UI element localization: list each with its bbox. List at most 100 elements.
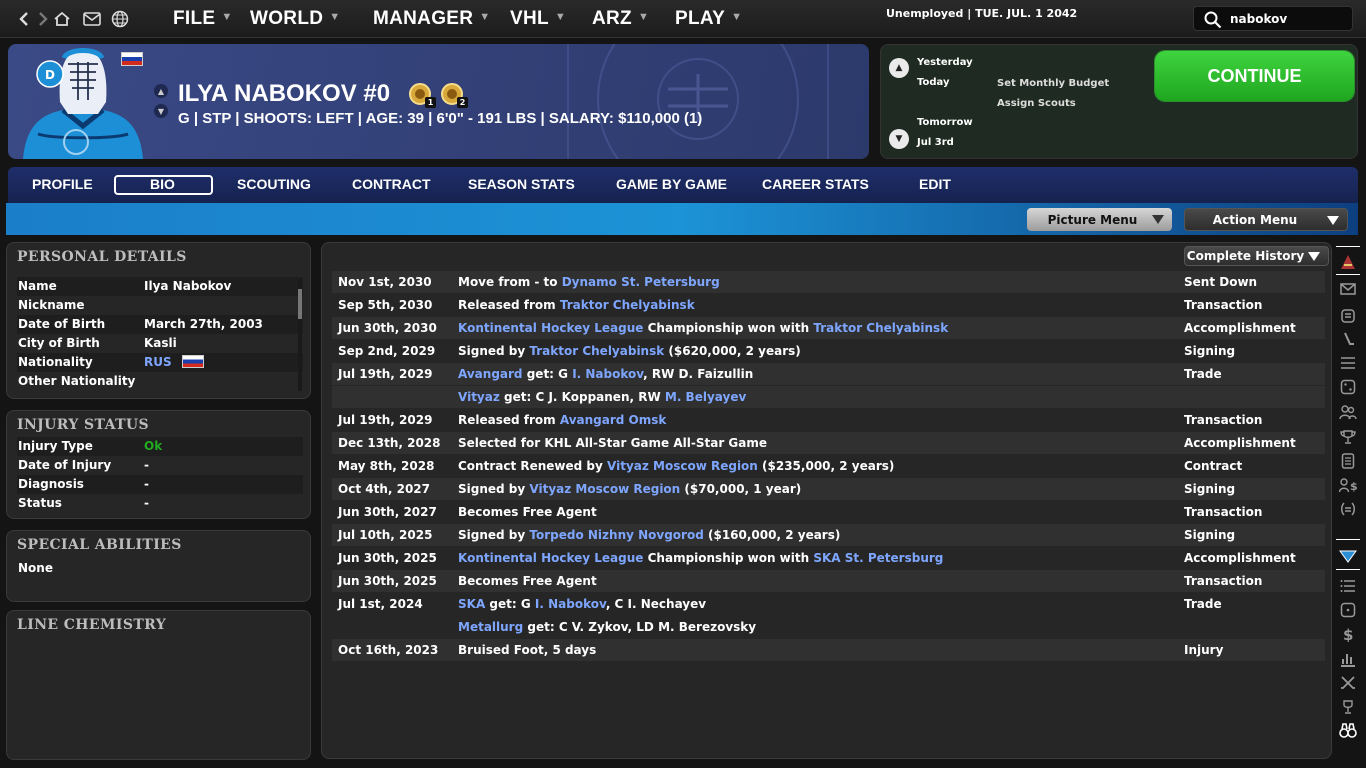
mail-icon[interactable] [82,9,102,29]
injury-row-status: Status - [17,494,303,513]
history-type: Transaction [1184,505,1263,519]
search-input[interactable] [1230,10,1348,28]
history-date: Oct 16th, 2023 [338,643,439,657]
history-date: Jul 19th, 2029 [338,413,433,427]
history-link[interactable]: I. Nabokov [535,597,606,611]
tab-career-stats[interactable]: CAREER STATS [762,176,869,192]
search-box[interactable] [1193,6,1353,31]
history-link[interactable]: M. Belyayev [665,390,746,404]
status-date: Unemployed | TUE. JUL. 1 2042 [886,7,1078,20]
special-abilities-panel: SPECIAL ABILITIES None [6,530,311,602]
history-event: SKA get: G I. Nabokov, C I. Nechayev [458,597,706,611]
history-event: Signed by Torpedo Nizhny Novgorod ($160,… [458,528,840,542]
calendar-up-button[interactable]: ▲ [889,58,909,78]
history-link[interactable]: Vityaz [458,390,500,404]
team-logo-icon[interactable] [1338,252,1358,272]
tab-scouting[interactable]: SCOUTING [237,176,311,192]
history-date: Jul 1st, 2024 [338,597,423,611]
injury-label: Status [18,496,62,510]
detail-label: Nationality [18,355,93,369]
history-link[interactable]: I. Nabokov [572,367,643,381]
binoculars-icon[interactable] [1338,721,1358,741]
history-link[interactable]: SKA [458,597,485,611]
history-link[interactable]: Traktor Chelyabinsk [813,321,948,335]
continue-button[interactable]: CONTINUE [1155,51,1354,101]
crossed-sticks-icon[interactable] [1338,673,1358,693]
menu-arz[interactable]: ARZ ▼ [592,8,649,30]
menu-vhl[interactable]: VHL ▼ [510,8,566,30]
history-link[interactable]: Kontinental Hockey League [458,551,643,565]
history-link[interactable]: Metallurg [458,620,523,634]
picture-menu-dropdown[interactable]: Picture Menu [1027,208,1172,231]
tab-profile[interactable]: PROFILE [32,176,93,192]
history-link[interactable]: Vityaz Moscow Region [607,459,758,473]
hockey-stick-icon[interactable] [1338,330,1358,350]
action-menu-dropdown[interactable]: Action Menu [1184,208,1348,231]
dice-icon[interactable] [1338,377,1358,397]
tab-contract[interactable]: CONTRACT [352,176,431,192]
league-logo-icon[interactable] [1338,546,1358,566]
calendar-tomorrow[interactable]: Tomorrow [917,117,973,128]
tab-bar: PROFILE BIO SCOUTING CONTRACT SEASON STA… [8,167,1358,203]
award-badge-2[interactable]: 2 [440,82,468,108]
history-text: ($620,000, 2 years) [664,344,801,358]
chevron-down-icon [1308,252,1320,261]
menu-manager[interactable]: MANAGER ▼ [373,8,490,30]
bar-chart-icon[interactable] [1338,649,1358,669]
history-row: May 8th, 2028 Contract Renewed by Vityaz … [332,455,1325,477]
history-link[interactable]: Vityaz Moscow Region [529,482,680,496]
menu-file[interactable]: FILE ▼ [173,8,233,30]
mail-icon[interactable] [1338,279,1358,299]
award-badge-1[interactable]: 1 [408,82,436,108]
news-icon[interactable] [1338,306,1358,326]
history-date: Jul 10th, 2025 [338,528,433,542]
history-link[interactable]: Torpedo Nizhny Novgorod [529,528,703,542]
history-link[interactable]: Dynamo St. Petersburg [562,275,720,289]
chevron-down-icon [1152,215,1164,224]
schedule-dice-icon[interactable] [1338,600,1358,620]
menu-world[interactable]: WORLD ▼ [250,8,340,30]
sidebar-divider [1336,569,1360,570]
history-link[interactable]: Traktor Chelyabinsk [560,298,695,312]
badge-count: 2 [457,97,468,108]
calendar-down-button[interactable]: ▼ [889,129,909,149]
history-link[interactable]: Kontinental Hockey League [458,321,643,335]
home-icon[interactable] [52,9,72,29]
list-icon[interactable] [1338,353,1358,373]
tab-bio[interactable]: BIO [150,176,175,192]
exchange-icon[interactable] [1338,499,1358,519]
history-type: Contract [1184,459,1243,473]
scrollbar-thumb[interactable] [298,289,302,319]
history-type: Transaction [1184,574,1263,588]
task-assign-scouts[interactable]: Assign Scouts [997,98,1076,109]
menu-play[interactable]: PLAY ▼ [675,8,742,30]
trophy-icon[interactable] [1338,427,1358,447]
history-link[interactable]: Avangard [458,367,523,381]
dollar-icon[interactable]: $ [1338,624,1358,644]
document-icon[interactable] [1338,451,1358,471]
calendar-next-date[interactable]: Jul 3rd [917,137,954,148]
history-date: Jun 30th, 2027 [338,505,437,519]
staff-finance-icon[interactable]: $ [1338,475,1358,495]
history-row: Jun 30th, 2025 Becomes Free Agent Transact… [332,570,1325,592]
tab-season-stats[interactable]: SEASON STATS [468,176,575,192]
back-icon[interactable] [14,9,34,29]
history-link[interactable]: SKA St. Petersburg [813,551,943,565]
tab-edit[interactable]: EDIT [919,176,951,192]
nationality-link[interactable]: RUS [144,355,172,369]
previous-player-button[interactable]: ▲ [154,84,168,98]
people-icon[interactable] [1338,402,1358,422]
details-scrollbar[interactable] [298,279,302,391]
tab-game-by-game[interactable]: GAME BY GAME [616,176,727,192]
cup-icon[interactable] [1338,697,1358,717]
history-link[interactable]: Avangard Omsk [560,413,667,427]
calendar-yesterday[interactable]: Yesterday [917,57,973,68]
calendar-today[interactable]: Today [917,77,949,88]
next-player-button[interactable]: ▼ [154,104,168,118]
globe-icon[interactable] [110,9,130,29]
history-link[interactable]: Traktor Chelyabinsk [529,344,664,358]
forward-icon[interactable] [33,9,53,29]
task-set-monthly-budget[interactable]: Set Monthly Budget [997,78,1109,89]
history-filter-dropdown[interactable]: Complete History [1184,246,1329,266]
standings-list-icon[interactable] [1338,576,1358,596]
